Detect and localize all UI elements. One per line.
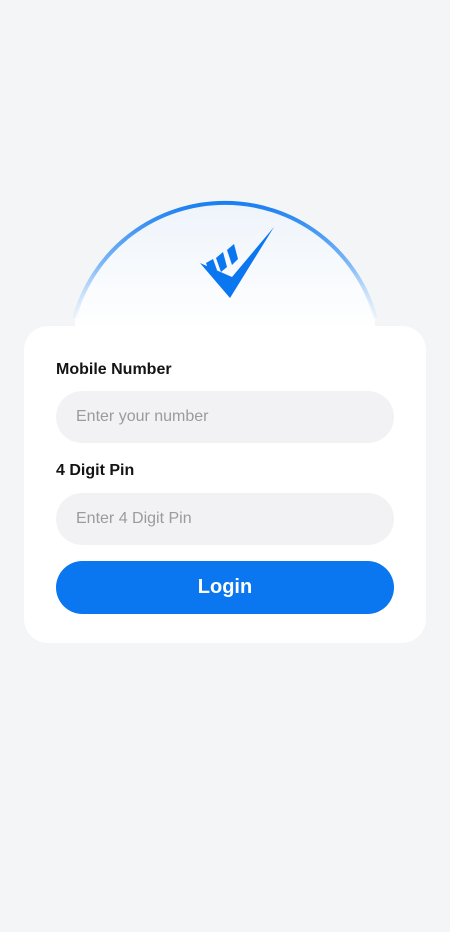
mobile-number-input[interactable] [56,391,394,443]
login-button[interactable]: Login [56,561,394,614]
mobile-number-label: Mobile Number [56,361,172,378]
brand-arc-graphic [73,200,377,332]
pin-input[interactable] [56,493,394,545]
brand-arc-header [70,192,380,332]
login-card: Mobile Number 4 Digit Pin Login [24,326,426,643]
pin-label: 4 Digit Pin [56,462,135,479]
